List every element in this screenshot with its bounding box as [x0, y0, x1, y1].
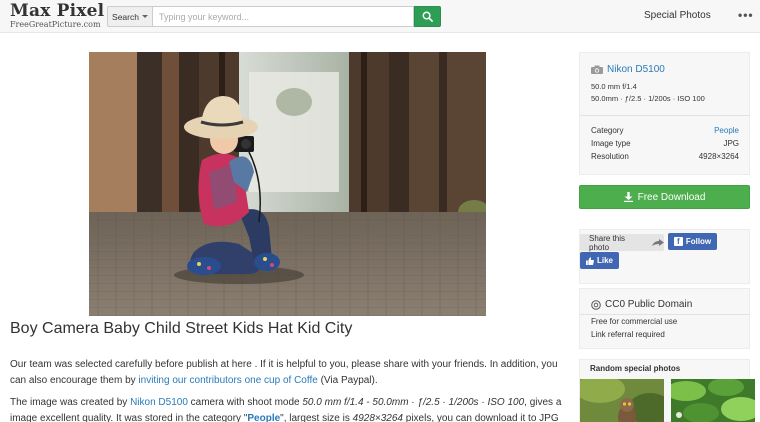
search-icon [422, 11, 433, 22]
share-this-photo[interactable]: Share this photo [580, 233, 664, 252]
image-details-paragraph: The image was created by Nikon D5100 cam… [10, 395, 565, 422]
coffee-donation-link[interactable]: inviting our contributors one cup of Cof… [138, 375, 317, 386]
share-arrow-icon [652, 238, 664, 246]
camera-name[interactable]: Nikon D5100 [591, 64, 665, 75]
para1-text-b: (Via Paypal). [317, 375, 378, 386]
leaves-thumbnail-image [671, 379, 755, 422]
license-title: CC0 Public Domain [591, 299, 692, 310]
category-value-link[interactable]: People [714, 126, 739, 135]
info-value: 4928×3264 [698, 152, 739, 161]
creative-commons-icon [591, 299, 601, 310]
main-photo[interactable] [89, 52, 486, 316]
search-scope-label: Search [112, 11, 139, 22]
top-header: Max Pixel FreeGreatPicture.com Search Sp… [0, 0, 760, 33]
size-text: 4928×3264 [352, 413, 403, 422]
random-photo-thumbnail[interactable] [671, 379, 755, 422]
license-commercial: Free for commercial use [591, 317, 678, 326]
info-row-resolution: Resolution 4928×3264 [591, 152, 739, 161]
license-title-text: CC0 Public Domain [605, 299, 693, 310]
camera-link[interactable]: Nikon D5100 [130, 397, 188, 408]
license-card: CC0 Public Domain Free for commercial us… [579, 288, 750, 349]
special-photos-link[interactable]: Special Photos [644, 10, 711, 21]
logo-title: Max Pixel [10, 1, 105, 21]
thumbs-up-icon [585, 256, 594, 265]
info-row-category: Category People [591, 126, 739, 135]
share-card: Share this photo f Follow Like [579, 229, 750, 284]
para2-text-e: pixels, you can download it to JPG [402, 413, 559, 422]
camera-name-label: Nikon D5100 [607, 64, 665, 75]
para2-text-b: camera with shoot mode [187, 397, 303, 408]
search-scope-dropdown[interactable]: Search [107, 6, 152, 27]
caret-down-icon [141, 15, 148, 18]
info-label: Resolution [591, 152, 629, 161]
shoot-mode-text: 50.0 mm f/1.4 - 50.0mm · ƒ/2.5 · 1/200s … [302, 397, 525, 408]
logo-subtitle: FreeGreatPicture.com [10, 20, 101, 29]
description-paragraph: Our team was selected carefully before p… [10, 357, 565, 389]
random-photos-title: Random special photos [590, 364, 681, 373]
camera-icon [591, 65, 603, 74]
search-bar: Search [107, 6, 441, 27]
category-link[interactable]: People [247, 413, 280, 422]
share-label-text: Share this photo [589, 233, 626, 252]
download-icon [623, 192, 633, 202]
para2-text-a: The image was created by [10, 397, 131, 408]
more-menu-icon[interactable]: ••• [738, 8, 754, 22]
follow-label: Follow [685, 237, 712, 246]
facebook-icon: f [673, 237, 683, 246]
photo-image [89, 52, 486, 316]
free-download-button[interactable]: Free Download [579, 185, 750, 209]
para2-text-d: ", largest size is [280, 413, 353, 422]
camera-info-card: Nikon D5100 50.0 mm f/1.4 50.0mm · ƒ/2.5… [579, 52, 750, 175]
search-button[interactable] [414, 6, 441, 27]
info-label: Image type [591, 139, 631, 148]
divider [580, 314, 749, 315]
info-value: JPG [723, 139, 739, 148]
like-label: Like [596, 256, 613, 265]
owl-thumbnail-image [580, 379, 664, 422]
info-label: Category [591, 126, 624, 135]
facebook-like-button[interactable]: Like [580, 252, 619, 269]
info-row-image-type: Image type JPG [591, 139, 739, 148]
camera-settings: 50.0mm · ƒ/2.5 · 1/200s · ISO 100 [591, 94, 705, 103]
page-title: Boy Camera Baby Child Street Kids Hat Ki… [10, 320, 353, 337]
divider [580, 115, 749, 116]
download-label: Free Download [637, 191, 706, 203]
search-input[interactable] [152, 6, 414, 27]
random-photo-thumbnail[interactable] [580, 379, 664, 422]
license-referral: Link referral required [591, 330, 665, 339]
site-logo[interactable]: Max Pixel FreeGreatPicture.com [10, 3, 104, 30]
facebook-follow-button[interactable]: f Follow [668, 233, 717, 250]
camera-lens: 50.0 mm f/1.4 [591, 82, 637, 91]
random-photos-card: Random special photos [579, 359, 755, 422]
